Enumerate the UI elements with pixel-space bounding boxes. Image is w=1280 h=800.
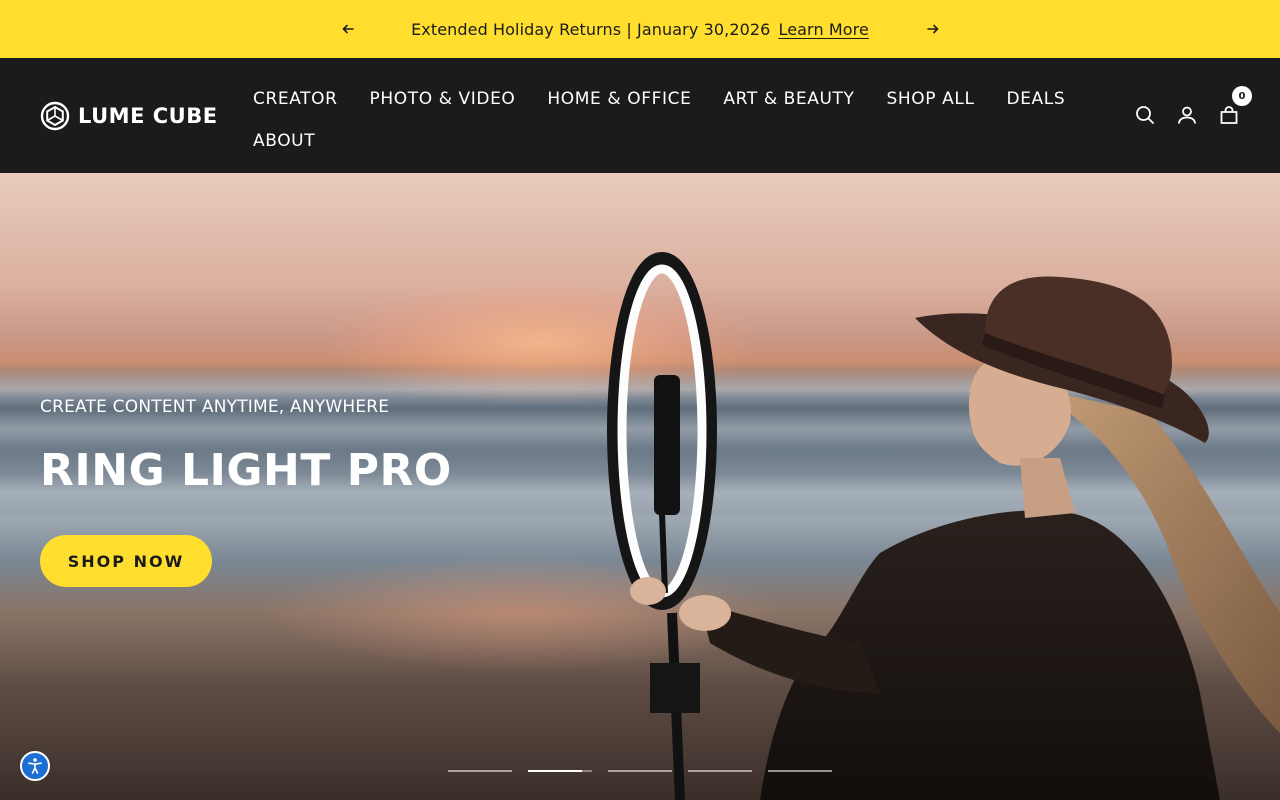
slide-dot-2[interactable] bbox=[528, 770, 592, 772]
announcement-text: Extended Holiday Returns | January 30,20… bbox=[411, 19, 771, 39]
accessibility-button[interactable] bbox=[20, 751, 50, 781]
nav-item-deals[interactable]: DEALS bbox=[1007, 89, 1066, 109]
user-icon bbox=[1178, 106, 1196, 124]
bag-icon bbox=[1220, 106, 1238, 124]
arrow-left-icon bbox=[342, 24, 354, 34]
cart-count-badge: 0 bbox=[1232, 86, 1252, 106]
logo-link[interactable]: LUME CUBE bbox=[40, 100, 218, 132]
nav-item-about[interactable]: ABOUT bbox=[253, 131, 315, 151]
header-actions: 0 bbox=[1132, 86, 1252, 128]
lume-cube-logo-icon bbox=[40, 101, 70, 131]
hero-subtitle: CREATE CONTENT ANYTIME, ANYWHERE bbox=[40, 397, 390, 417]
search-icon bbox=[1136, 106, 1154, 124]
nav-item-shop-all[interactable]: SHOP ALL bbox=[887, 89, 975, 109]
nav-item-art-beauty[interactable]: ART & BEAUTY bbox=[723, 89, 854, 109]
slide-dot-3[interactable] bbox=[608, 770, 672, 772]
nav-item-home-office[interactable]: HOME & OFFICE bbox=[547, 89, 691, 109]
nav-item-creator[interactable]: CREATOR bbox=[253, 89, 338, 109]
nav-item-photo-video[interactable]: PHOTO & VIDEO bbox=[370, 89, 516, 109]
search-button[interactable] bbox=[1132, 102, 1158, 128]
slide-progress-fill bbox=[528, 770, 583, 772]
main-nav: CREATOR PHOTO & VIDEO HOME & OFFICE ART … bbox=[253, 78, 1073, 162]
accessibility-icon bbox=[28, 758, 42, 774]
shop-now-button[interactable]: SHOP NOW bbox=[40, 535, 212, 587]
site-header: LUME CUBE CREATOR PHOTO & VIDEO HOME & O… bbox=[0, 58, 1280, 173]
learn-more-link[interactable]: Learn More bbox=[778, 20, 868, 39]
slideshow-pagination bbox=[448, 770, 848, 772]
slide-dot-1[interactable] bbox=[448, 770, 512, 772]
announcement-next-button[interactable] bbox=[921, 17, 945, 41]
hero-title: RING LIGHT PRO bbox=[40, 445, 452, 496]
announcement-bar: Extended Holiday Returns | January 30,20… bbox=[0, 0, 1280, 58]
arrow-right-icon bbox=[927, 24, 939, 34]
announcement-prev-button[interactable] bbox=[336, 17, 360, 41]
slide-dot-5[interactable] bbox=[768, 770, 832, 772]
logo-text: LUME CUBE bbox=[78, 104, 218, 128]
account-button[interactable] bbox=[1174, 102, 1200, 128]
slide-dot-4[interactable] bbox=[688, 770, 752, 772]
hero-slideshow: CREATE CONTENT ANYTIME, ANYWHERE RING LI… bbox=[0, 173, 1280, 800]
announcement-message: Extended Holiday Returns | January 30,20… bbox=[360, 0, 920, 58]
cart-button[interactable]: 0 bbox=[1216, 86, 1252, 128]
